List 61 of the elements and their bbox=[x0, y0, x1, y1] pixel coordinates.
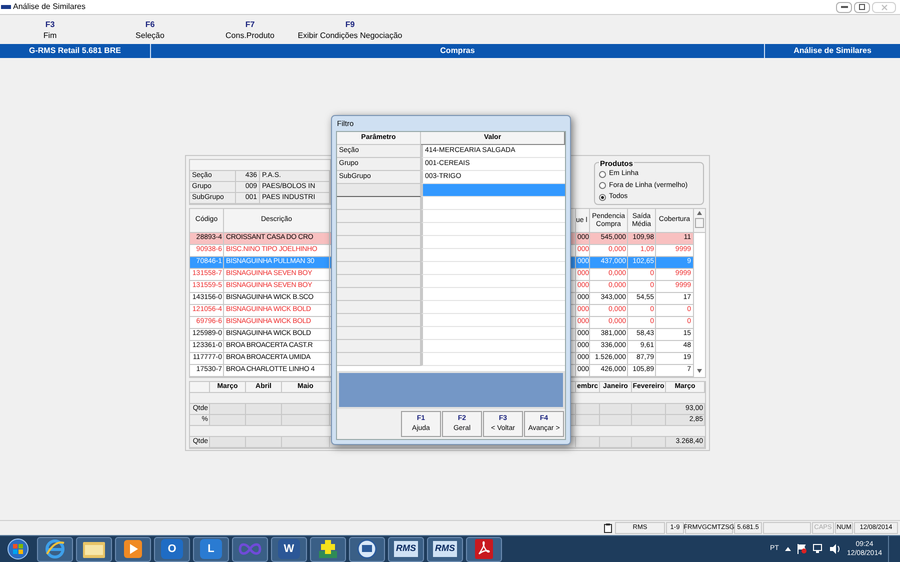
scroll-thumb[interactable] bbox=[695, 218, 704, 228]
value-cell[interactable] bbox=[421, 223, 565, 236]
network-icon[interactable] bbox=[812, 544, 824, 554]
taskbar-app-button[interactable] bbox=[76, 536, 112, 562]
taskbar-app-button[interactable] bbox=[37, 536, 73, 562]
app-icon bbox=[1, 4, 11, 10]
speaker-icon[interactable] bbox=[830, 544, 841, 554]
clipboard-icon bbox=[604, 523, 612, 533]
app-logo: RMS bbox=[433, 541, 457, 557]
value-cell[interactable] bbox=[421, 184, 565, 197]
taskbar-app-button[interactable] bbox=[115, 536, 151, 562]
function-key-button[interactable]: F6 Seleção bbox=[100, 15, 200, 44]
value-cell[interactable] bbox=[421, 236, 565, 249]
value-cell[interactable] bbox=[421, 197, 565, 210]
chat-app-icon: L bbox=[200, 539, 222, 559]
value-cell[interactable] bbox=[421, 327, 565, 340]
start-orb-icon bbox=[7, 538, 29, 560]
value-cell[interactable] bbox=[421, 275, 565, 288]
taskbar-app-button[interactable] bbox=[466, 536, 502, 562]
window-title: Análise de Similares bbox=[13, 1, 86, 13]
mail-app-icon: O bbox=[161, 539, 183, 559]
system-name: G-RMS Retail 5.681 BRE bbox=[0, 44, 151, 58]
value-cell[interactable] bbox=[421, 249, 565, 262]
infinity-icon bbox=[238, 542, 262, 556]
function-key-button[interactable]: F9 Exibir Condições Negociação bbox=[300, 15, 400, 44]
taskbar-app-button[interactable] bbox=[310, 536, 346, 562]
radio-button[interactable] bbox=[599, 182, 606, 190]
value-cell[interactable] bbox=[421, 288, 565, 301]
value-cell[interactable] bbox=[421, 210, 565, 223]
minimize-button[interactable] bbox=[836, 2, 852, 12]
globe-icon bbox=[356, 538, 378, 560]
value-cell[interactable] bbox=[421, 353, 565, 366]
pdf-icon bbox=[474, 538, 494, 560]
taskbar-app-button[interactable]: RMS bbox=[427, 536, 463, 562]
document-app-icon: W bbox=[278, 539, 300, 559]
radio-button[interactable] bbox=[599, 194, 606, 201]
folder-icon bbox=[82, 539, 106, 559]
value-cell[interactable] bbox=[421, 301, 565, 314]
scroll-down-icon[interactable] bbox=[697, 369, 702, 373]
taskbar-app-button[interactable]: O bbox=[154, 536, 190, 562]
taskbar-app-button[interactable]: W bbox=[271, 536, 307, 562]
screen-name: Análise de Similares bbox=[764, 44, 900, 58]
tray-expand-icon[interactable] bbox=[784, 547, 791, 551]
restore-button[interactable] bbox=[854, 2, 870, 12]
flag-icon[interactable] bbox=[796, 544, 807, 554]
taskbar-app-button[interactable]: RMS bbox=[388, 536, 424, 562]
value-cell[interactable] bbox=[421, 314, 565, 327]
value-cell[interactable] bbox=[421, 262, 565, 275]
browser-icon bbox=[44, 538, 66, 560]
function-key-button[interactable]: F7 Cons.Produto bbox=[200, 15, 300, 44]
taskbar-app-button[interactable]: L bbox=[193, 536, 229, 562]
value-cell[interactable] bbox=[421, 340, 565, 353]
scroll-up-icon[interactable] bbox=[697, 211, 702, 215]
app-logo: RMS bbox=[394, 541, 418, 557]
close-icon bbox=[880, 4, 888, 10]
taskbar-app-button[interactable] bbox=[349, 536, 385, 562]
function-key-button[interactable]: F3 Fim bbox=[0, 15, 100, 44]
play-icon bbox=[123, 539, 143, 559]
radio-button[interactable] bbox=[599, 170, 606, 178]
module-name: Compras bbox=[439, 45, 476, 57]
plus-stack-icon bbox=[317, 538, 339, 560]
